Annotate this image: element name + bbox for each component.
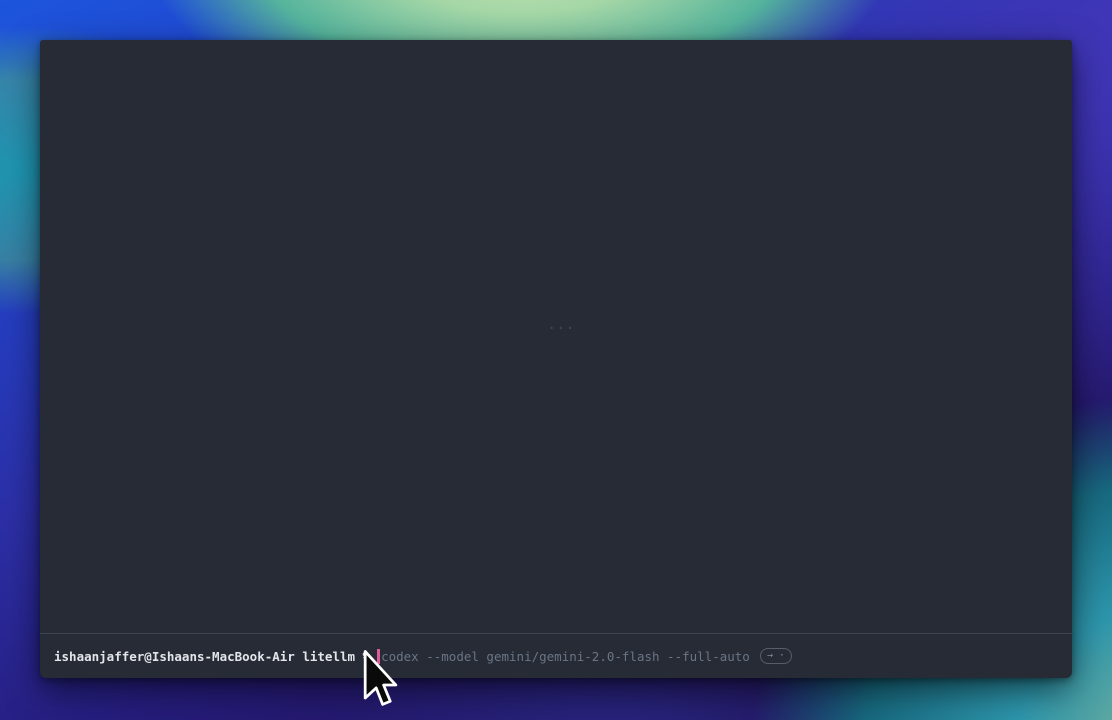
autosuggestion-text: codex --model gemini/gemini-2.0-flash --… (381, 649, 750, 664)
text-cursor (377, 649, 380, 664)
command-prompt-row[interactable]: ishaanjaffer@Ishaans-MacBook-Air litellm… (40, 633, 1072, 678)
terminal-window[interactable]: ... ishaanjaffer@Ishaans-MacBook-Air lit… (40, 40, 1072, 678)
loading-ellipsis: ... (548, 318, 576, 332)
terminal-output-area: ... (40, 40, 1072, 633)
autocomplete-hint-badge: → · (760, 648, 792, 664)
shell-prompt-label: ishaanjaffer@Ishaans-MacBook-Air litellm… (54, 649, 370, 664)
